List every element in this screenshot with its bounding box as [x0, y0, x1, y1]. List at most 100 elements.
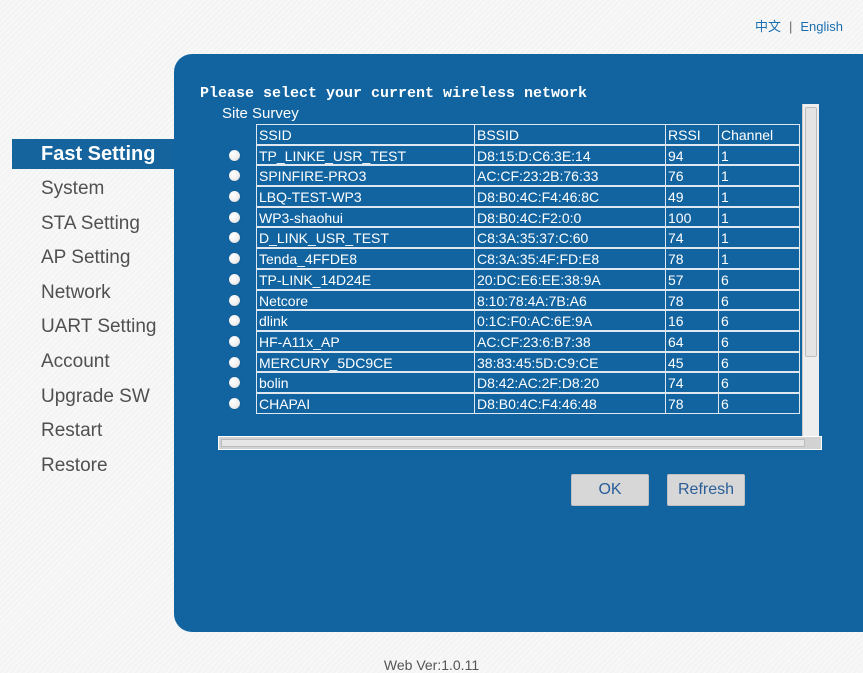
network-radio[interactable]: [229, 315, 240, 327]
nav-item-system[interactable]: System: [12, 172, 174, 207]
channel-cell: 1: [718, 186, 800, 207]
table-row[interactable]: Netcore 8:10:78:4A:7B:A6 78 6: [218, 289, 818, 311]
nav-item-restart[interactable]: Restart: [12, 414, 174, 449]
network-radio[interactable]: [229, 377, 240, 389]
vertical-scrollbar[interactable]: [802, 104, 819, 436]
network-radio[interactable]: [229, 273, 240, 285]
channel-cell: 1: [718, 248, 800, 269]
rssi-cell: 16: [665, 310, 719, 331]
table-row[interactable]: WP3-shaohui D8:B0:4C:F2:0:0 100 1: [218, 206, 818, 228]
channel-cell: 6: [718, 330, 800, 352]
nav-item-uart-setting[interactable]: UART Setting: [12, 310, 174, 345]
table-row[interactable]: TP_LINKE_USR_TEST D8:15:D:C6:3E:14 94 1: [218, 144, 818, 166]
ssid-cell: dlink: [256, 310, 475, 331]
fast-setting-panel: Please select your current wireless netw…: [174, 54, 863, 632]
table-row[interactable]: CHAPAI D8:B0:4C:F4:46:48 78 6: [218, 392, 818, 414]
rssi-cell: 74: [665, 227, 719, 249]
bssid-cell: D8:15:D:C6:3E:14: [474, 144, 666, 166]
network-table: SSID BSSID RSSI Channel TP_LINKE_USR_TES…: [218, 124, 818, 414]
ssid-cell: HF-A11x_AP: [256, 330, 475, 352]
ssid-cell: Netcore: [256, 289, 475, 311]
bssid-cell: 20:DC:E6:EE:38:9A: [474, 268, 666, 290]
network-radio[interactable]: [229, 356, 240, 368]
ssid-cell: D_LINK_USR_TEST: [256, 227, 475, 249]
refresh-button[interactable]: Refresh: [667, 474, 745, 506]
nav-item-account[interactable]: Account: [12, 345, 174, 380]
nav-item-restore[interactable]: Restore: [12, 449, 174, 484]
rssi-cell: 74: [665, 372, 719, 393]
network-radio[interactable]: [229, 149, 240, 161]
ssid-cell: WP3-shaohui: [256, 206, 475, 228]
rssi-cell: 64: [665, 330, 719, 352]
channel-cell: 1: [718, 206, 800, 228]
horizontal-scrollbar-thumb[interactable]: [221, 439, 805, 447]
bssid-cell: AC:CF:23:6:B7:38: [474, 330, 666, 352]
nav-item-upgrade-sw[interactable]: Upgrade SW: [12, 380, 174, 415]
nav-item-fast-setting[interactable]: Fast Setting: [12, 139, 174, 169]
bssid-cell: C8:3A:35:37:C:60: [474, 227, 666, 249]
table-row[interactable]: MERCURY_5DC9CE 38:83:45:5D:C9:CE 45 6: [218, 351, 818, 373]
table-row[interactable]: D_LINK_USR_TEST C8:3A:35:37:C:60 74 1: [218, 227, 818, 249]
bssid-cell: D8:B0:4C:F4:46:8C: [474, 186, 666, 207]
network-radio[interactable]: [229, 232, 240, 244]
select-network-prompt: Please select your current wireless netw…: [200, 85, 588, 102]
network-radio[interactable]: [229, 253, 240, 265]
channel-cell: 6: [718, 392, 800, 414]
table-row[interactable]: TP-LINK_14D24E 20:DC:E6:EE:38:9A 57 6: [218, 268, 818, 290]
table-row[interactable]: bolin D8:42:AC:2F:D8:20 74 6: [218, 372, 818, 393]
network-radio[interactable]: [229, 211, 240, 223]
rssi-cell: 76: [665, 165, 719, 187]
table-row[interactable]: HF-A11x_AP AC:CF:23:6:B7:38 64 6: [218, 330, 818, 352]
table-header-row: SSID BSSID RSSI Channel: [218, 124, 818, 145]
ssid-cell: Tenda_4FFDE8: [256, 248, 475, 269]
channel-cell: 1: [718, 227, 800, 249]
network-radio[interactable]: [229, 335, 240, 347]
rssi-cell: 100: [665, 206, 719, 228]
bssid-cell: 38:83:45:5D:C9:CE: [474, 351, 666, 373]
ssid-cell: TP_LINKE_USR_TEST: [256, 144, 475, 166]
network-radio[interactable]: [229, 170, 240, 182]
bssid-cell: D8:B0:4C:F4:46:48: [474, 392, 666, 414]
rssi-cell: 94: [665, 144, 719, 166]
nav-item-network[interactable]: Network: [12, 276, 174, 311]
nav-item-sta-setting[interactable]: STA Setting: [12, 207, 174, 242]
rssi-cell: 78: [665, 392, 719, 414]
web-version: Web Ver:1.0.11: [383, 657, 480, 673]
lang-chinese-link[interactable]: 中文: [755, 19, 781, 34]
ssid-cell: MERCURY_5DC9CE: [256, 351, 475, 373]
table-row[interactable]: LBQ-TEST-WP3 D8:B0:4C:F4:46:8C 49 1: [218, 186, 818, 207]
table-row[interactable]: SPINFIRE-PRO3 AC:CF:23:2B:76:33 76 1: [218, 165, 818, 187]
lang-separator: |: [788, 19, 793, 34]
network-radio[interactable]: [229, 191, 240, 203]
lang-english-link[interactable]: English: [800, 19, 843, 34]
channel-cell: 1: [718, 165, 800, 187]
ssid-cell: TP-LINK_14D24E: [256, 268, 475, 290]
ssid-cell: LBQ-TEST-WP3: [256, 186, 475, 207]
rssi-cell: 57: [665, 268, 719, 290]
nav-item-ap-setting[interactable]: AP Setting: [12, 241, 174, 276]
table-row[interactable]: dlink 0:1C:F0:AC:6E:9A 16 6: [218, 310, 818, 331]
horizontal-scrollbar[interactable]: [218, 436, 822, 450]
vertical-scrollbar-thumb[interactable]: [805, 107, 817, 357]
channel-cell: 6: [718, 351, 800, 373]
rssi-cell: 49: [665, 186, 719, 207]
bssid-cell: 8:10:78:4A:7B:A6: [474, 289, 666, 311]
site-survey-list[interactable]: Site Survey SSID BSSID RSSI Channel TP_L…: [218, 104, 818, 450]
rssi-cell: 45: [665, 351, 719, 373]
network-radio[interactable]: [229, 397, 240, 409]
rssi-cell: 78: [665, 289, 719, 311]
sidebar-nav: Fast Setting System STA Setting AP Setti…: [12, 139, 174, 483]
network-radio[interactable]: [229, 294, 240, 306]
channel-cell: 6: [718, 268, 800, 290]
ssid-cell: SPINFIRE-PRO3: [256, 165, 475, 187]
bssid-cell: 0:1C:F0:AC:6E:9A: [474, 310, 666, 331]
rssi-cell: 78: [665, 248, 719, 269]
ok-button[interactable]: OK: [571, 474, 649, 506]
ssid-cell: bolin: [256, 372, 475, 393]
site-survey-title: Site Survey: [222, 105, 299, 122]
column-header-channel: Channel: [718, 124, 800, 145]
column-header-rssi: RSSI: [665, 124, 719, 145]
table-row[interactable]: Tenda_4FFDE8 C8:3A:35:4F:FD:E8 78 1: [218, 248, 818, 269]
channel-cell: 6: [718, 289, 800, 311]
column-header-bssid: BSSID: [474, 124, 666, 145]
